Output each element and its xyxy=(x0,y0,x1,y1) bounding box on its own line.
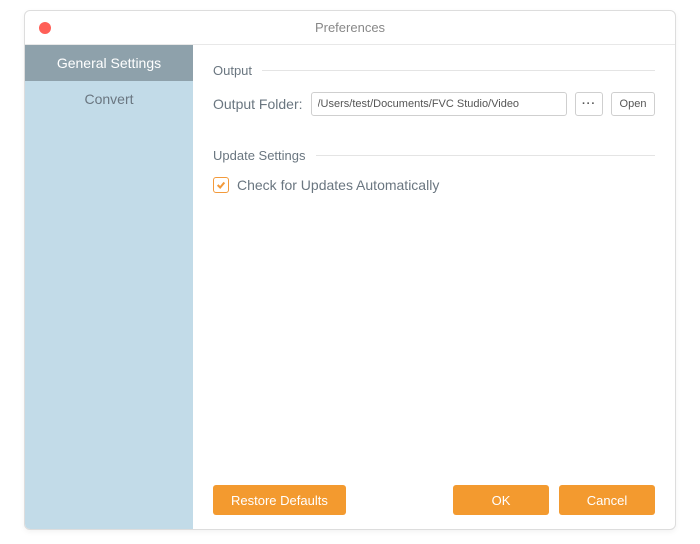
sidebar-item-convert[interactable]: Convert xyxy=(25,81,193,117)
browse-button[interactable]: ··· xyxy=(575,92,603,116)
open-folder-button[interactable]: Open xyxy=(611,92,655,116)
button-label: Cancel xyxy=(587,493,627,508)
output-folder-row: Output Folder: ··· Open xyxy=(213,92,655,116)
divider xyxy=(316,155,655,156)
preferences-window: Preferences General Settings Convert Out… xyxy=(24,10,676,530)
window-body: General Settings Convert Output Output F… xyxy=(25,45,675,529)
button-label: OK xyxy=(492,493,511,508)
section-header-update: Update Settings xyxy=(213,148,655,163)
spacer xyxy=(213,116,655,148)
section-heading: Output xyxy=(213,63,252,78)
auto-update-checkbox[interactable] xyxy=(213,177,229,193)
auto-update-label: Check for Updates Automatically xyxy=(237,177,439,193)
open-button-label: Open xyxy=(620,98,647,110)
divider xyxy=(262,70,655,71)
window-title: Preferences xyxy=(315,20,385,35)
cancel-button[interactable]: Cancel xyxy=(559,485,655,515)
output-folder-input[interactable] xyxy=(311,92,568,116)
close-icon[interactable] xyxy=(39,22,51,34)
titlebar: Preferences xyxy=(25,11,675,45)
section-heading: Update Settings xyxy=(213,148,306,163)
output-folder-label: Output Folder: xyxy=(213,96,303,112)
ellipsis-icon: ··· xyxy=(582,98,596,110)
sidebar-item-label: Convert xyxy=(84,91,133,107)
sidebar-item-general-settings[interactable]: General Settings xyxy=(25,45,193,81)
sidebar-item-label: General Settings xyxy=(57,55,161,71)
check-icon xyxy=(216,180,226,190)
section-header-output: Output xyxy=(213,63,655,78)
footer: Restore Defaults OK Cancel xyxy=(213,475,655,515)
auto-update-row: Check for Updates Automatically xyxy=(213,177,655,193)
sidebar: General Settings Convert xyxy=(25,45,193,529)
restore-defaults-button[interactable]: Restore Defaults xyxy=(213,485,346,515)
button-label: Restore Defaults xyxy=(231,493,328,508)
main-panel: Output Output Folder: ··· Open Update Se… xyxy=(193,45,675,529)
ok-button[interactable]: OK xyxy=(453,485,549,515)
